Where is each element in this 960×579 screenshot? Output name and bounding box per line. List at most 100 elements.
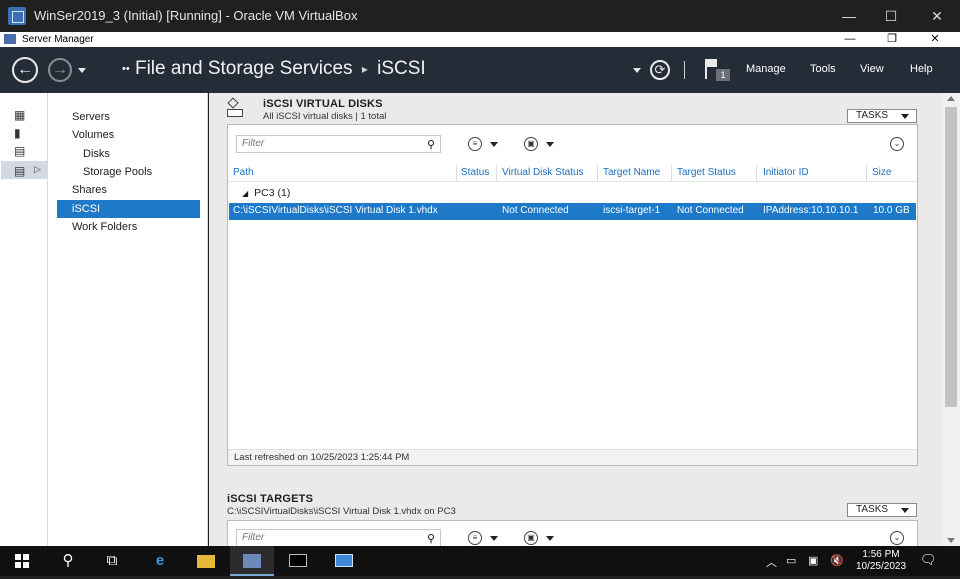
menu-manage[interactable]: Manage (746, 63, 786, 75)
back-button[interactable]: ← (12, 57, 38, 83)
taskbar-clock[interactable]: 1:56 PM 10/25/2023 (854, 549, 908, 573)
edge-taskbar-button[interactable]: e (138, 546, 182, 576)
column-divider (671, 165, 672, 181)
filter-options-dropdown-icon[interactable] (490, 536, 498, 541)
scroll-down-icon[interactable] (947, 538, 955, 543)
save-query-icon[interactable]: ▣ (524, 137, 538, 151)
menu-tools[interactable]: Tools (810, 63, 836, 75)
breadcrumb-root[interactable]: File and Storage Services (135, 58, 353, 79)
save-query-dropdown-icon[interactable] (546, 142, 554, 147)
show-hidden-icons-chevron-icon[interactable]: ︿ (766, 554, 777, 570)
vbox-minimize-button[interactable]: — (826, 0, 872, 32)
column-initiator-id[interactable]: Initiator ID (763, 165, 809, 181)
sm-close-button[interactable]: ✕ (915, 32, 955, 47)
cell-size: 10.0 GB (873, 205, 910, 216)
virtual-disks-subtitle: All iSCSI virtual disks | 1 total (263, 111, 387, 122)
targets-filter-input[interactable]: Filter ⚲ (236, 529, 441, 546)
vbox-title-bar: WinSer2019_3 (Initial) [Running] - Oracl… (0, 0, 960, 32)
column-target-status[interactable]: Target Status (677, 165, 736, 181)
nav-item-disks[interactable]: Disks (57, 145, 200, 163)
filter-options-icon[interactable]: ≡ (468, 137, 482, 151)
search-icon[interactable]: ⚲ (427, 531, 435, 546)
virtual-disks-tasks-button[interactable]: TASKS (847, 109, 917, 123)
column-divider (756, 165, 757, 181)
start-button[interactable] (0, 546, 44, 576)
filter-options-icon[interactable]: ≡ (468, 531, 482, 545)
column-target-name[interactable]: Target Name (603, 165, 660, 181)
file-explorer-taskbar-button[interactable] (184, 546, 228, 576)
main-content: iSCSI VIRTUAL DISKS All iSCSI virtual di… (209, 93, 942, 546)
targets-tasks-button[interactable]: TASKS (847, 503, 917, 517)
targets-title: iSCSI TARGETS (227, 493, 314, 505)
battery-icon[interactable]: ▭ (786, 554, 796, 567)
nav-item-shares[interactable]: Shares (57, 181, 200, 199)
menu-help[interactable]: Help (910, 63, 933, 75)
notifications-count-badge: 1 (716, 69, 730, 81)
collapse-panel-icon[interactable]: ⌄ (890, 531, 904, 545)
breadcrumb-dropdown-icon[interactable] (633, 68, 641, 73)
main-scrollbar[interactable] (942, 93, 960, 546)
nav-item-storage-pools[interactable]: Storage Pools (57, 163, 200, 181)
search-icon[interactable]: ⚲ (427, 137, 435, 153)
nav-item-work-folders[interactable]: Work Folders (57, 218, 200, 236)
sm-minimize-button[interactable]: — (830, 32, 870, 47)
search-taskbar-button[interactable]: ⚲ (46, 546, 90, 576)
column-status[interactable]: Status (461, 165, 489, 181)
nav-item-volumes[interactable]: Volumes (57, 126, 200, 144)
save-query-icon[interactable]: ▣ (524, 531, 538, 545)
sm-restore-button[interactable]: ❐ (872, 32, 912, 47)
column-divider (866, 165, 867, 181)
save-query-dropdown-icon[interactable] (546, 536, 554, 541)
column-size[interactable]: Size (872, 165, 891, 181)
vbox-window-title: WinSer2019_3 (Initial) [Running] - Oracl… (34, 8, 358, 23)
server-manager-icon (243, 554, 261, 568)
navigation-icon-bar: ▦ ▮ ▤ ▤ ▷ (0, 93, 48, 546)
expand-arrow-icon: ▷ (34, 164, 41, 174)
history-dropdown-icon[interactable] (78, 68, 86, 73)
cell-virtual-disk-status: Not Connected (502, 205, 569, 216)
clock-date: 10/25/2023 (855, 561, 907, 572)
action-center-icon[interactable]: 🗨 (920, 552, 937, 568)
column-virtual-disk-status[interactable]: Virtual Disk Status (502, 165, 584, 181)
task-view-button[interactable]: ⧉ (90, 546, 134, 576)
column-path[interactable]: Path (233, 165, 254, 181)
local-server-icon[interactable]: ▮ (14, 127, 30, 139)
targets-panel: Filter ⚲ ≡ ▣ ⌄ (227, 520, 918, 546)
file-storage-nav: Servers Volumes Disks Storage Pools Shar… (48, 93, 208, 546)
edge-browser-icon: e (155, 552, 165, 569)
table-row[interactable]: C:\iSCSIVirtualDisks\iSCSI Virtual Disk … (229, 203, 916, 220)
breadcrumb: •• File and Storage Services ▸ iSCSI (122, 58, 426, 80)
cell-initiator-id: IPAddress:10.10.10.1 (763, 205, 859, 216)
cmd-taskbar-button[interactable] (276, 546, 320, 576)
scroll-up-icon[interactable] (947, 96, 955, 101)
scrollbar-thumb[interactable] (945, 107, 957, 407)
filter-options-dropdown-icon[interactable] (490, 142, 498, 147)
forward-button[interactable]: → (48, 58, 72, 82)
iscsi-initiator-taskbar-button[interactable] (322, 546, 366, 576)
windows-logo-icon (15, 554, 29, 568)
file-storage-services-nav-icon[interactable]: ▤ ▷ (1, 161, 47, 179)
filter-placeholder: Filter (242, 532, 265, 543)
group-header-pc3[interactable]: ◢ PC3 (1) (242, 187, 290, 199)
nav-item-iscsi[interactable]: iSCSI (57, 200, 200, 218)
volume-muted-icon[interactable]: 🔇 (830, 554, 844, 567)
cell-path: C:\iSCSIVirtualDisks\iSCSI Virtual Disk … (233, 205, 438, 216)
server-manager-taskbar-button[interactable] (230, 546, 274, 576)
column-divider (597, 165, 598, 181)
vbox-close-button[interactable]: ✕ (914, 0, 960, 32)
nav-item-servers[interactable]: Servers (57, 108, 200, 126)
menu-view[interactable]: View (860, 63, 884, 75)
refresh-button[interactable]: ⟳ (650, 60, 670, 80)
last-refreshed-status: Last refreshed on 10/25/2023 1:25:44 PM (228, 449, 917, 465)
dashboard-icon[interactable]: ▦ (14, 109, 30, 121)
virtual-disk-icon (227, 97, 243, 117)
network-icon[interactable]: ▣ (808, 554, 818, 567)
virtualbox-icon (8, 7, 26, 25)
all-servers-icon[interactable]: ▤ (14, 145, 30, 157)
vbox-maximize-button[interactable]: ☐ (868, 0, 914, 32)
header-rule (228, 181, 917, 182)
virtual-disks-filter-input[interactable]: Filter ⚲ (236, 135, 441, 153)
group-collapse-icon[interactable]: ◢ (242, 189, 248, 198)
collapse-panel-icon[interactable]: ⌄ (890, 137, 904, 151)
header-divider (684, 61, 685, 79)
